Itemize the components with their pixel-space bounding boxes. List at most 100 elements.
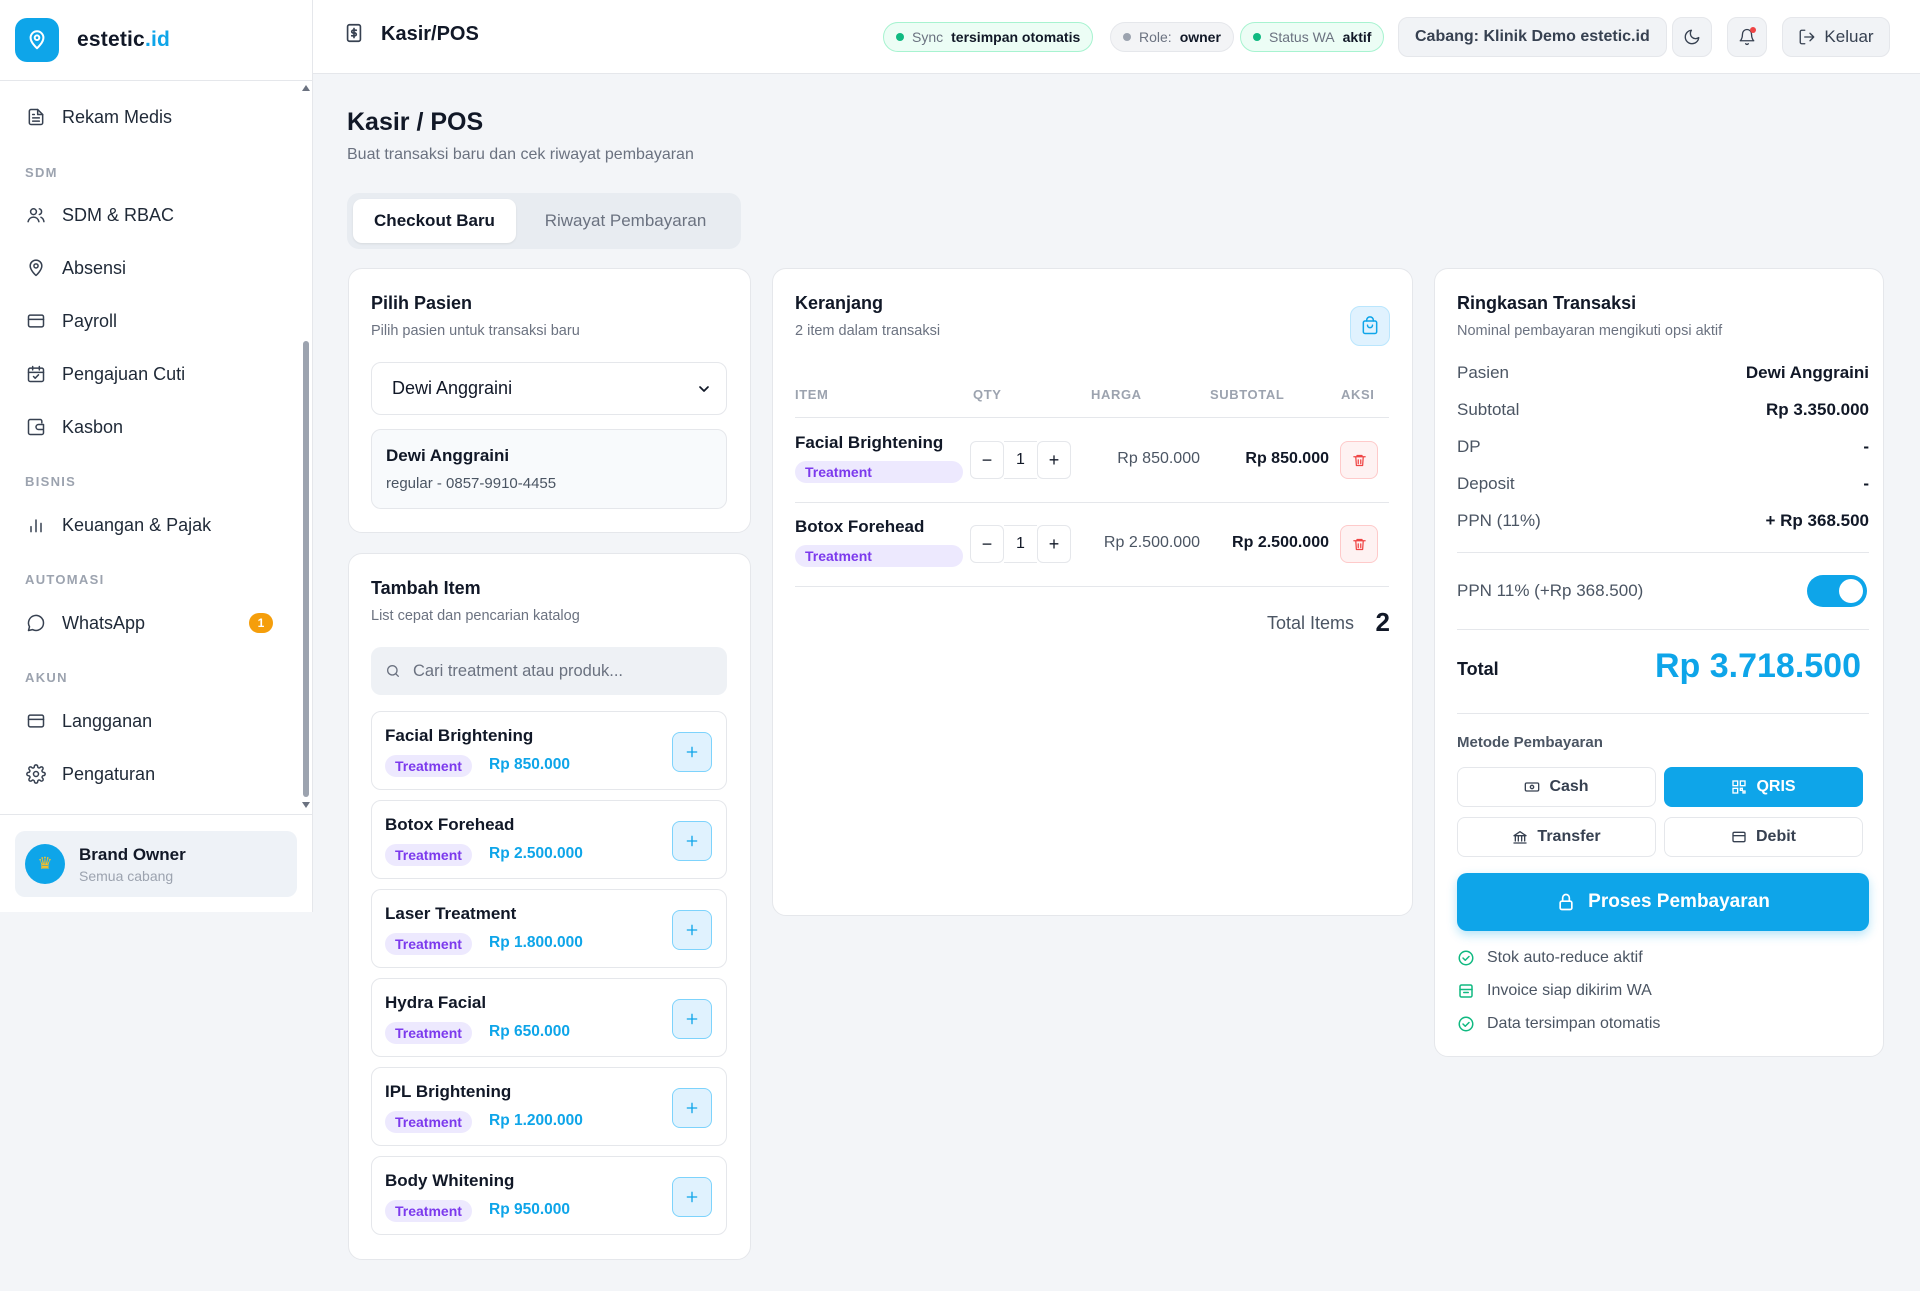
summary-divider [1457, 629, 1869, 630]
sidebar-nav: Rekam Medis SDM SDM & RBAC Absensi Payro… [0, 81, 312, 814]
patient-name: Dewi Anggraini [386, 446, 510, 465]
summary-row-subtotal: Subtotal Rp 3.350.000 [1457, 400, 1869, 419]
add-item-button[interactable] [672, 999, 712, 1039]
cart-item-subtotal: Rp 850.000 [1245, 450, 1329, 467]
catalog-item[interactable]: IPL Brightening Treatment Rp 1.200.000 [371, 1067, 727, 1146]
bank-icon [1512, 829, 1528, 845]
tab-riwayat-pembayaran[interactable]: Riwayat Pembayaran [516, 199, 735, 243]
catalog-item[interactable]: Botox Forehead Treatment Rp 2.500.000 [371, 800, 727, 879]
category-tag: Treatment [385, 844, 472, 866]
sidebar-item-absensi[interactable]: Absensi [23, 252, 126, 284]
category-tag: Treatment [795, 545, 963, 567]
increase-qty-button[interactable]: + [1037, 525, 1071, 563]
add-item-button[interactable] [672, 732, 712, 772]
add-item-button[interactable] [672, 910, 712, 950]
summary-row-ppn: PPN (11%) + Rp 368.500 [1457, 511, 1869, 530]
add-item-button[interactable] [672, 1088, 712, 1128]
add-item-button[interactable] [672, 1177, 712, 1217]
status-dot-icon [896, 33, 904, 41]
nav-section-sdm: SDM [25, 165, 58, 180]
trash-icon [1352, 454, 1366, 466]
sidebar-item-pengajuan-cuti[interactable]: Pengajuan Cuti [23, 358, 185, 390]
payment-method-transfer[interactable]: Transfer [1457, 817, 1656, 857]
plus-icon [686, 835, 698, 847]
theme-toggle-button[interactable] [1672, 17, 1712, 57]
item-price: Rp 1.800.000 [489, 934, 583, 951]
delete-item-button[interactable] [1340, 441, 1378, 479]
check-circle-icon [1457, 949, 1475, 967]
tab-bar: Checkout Baru Riwayat Pembayaran [347, 193, 741, 249]
feature-autosave: Data tersimpan otomatis [1457, 1015, 1660, 1033]
qty-value[interactable]: 1 [1004, 441, 1037, 479]
item-price: Rp 2.500.000 [489, 845, 583, 862]
chevron-down-icon [696, 381, 712, 397]
logout-button[interactable]: Keluar [1782, 17, 1890, 57]
bar-chart-icon [23, 512, 49, 538]
scrollbar-thumb[interactable] [303, 341, 309, 797]
catalog-item[interactable]: Hydra Facial Treatment Rp 650.000 [371, 978, 727, 1057]
selected-patient-info: Dewi Anggraini regular - 0857-9910-4455 [371, 429, 727, 509]
payment-method-cash[interactable]: Cash [1457, 767, 1656, 807]
item-price: Rp 850.000 [489, 756, 570, 773]
catalog-search[interactable] [371, 647, 727, 695]
search-input[interactable] [413, 661, 713, 681]
user-card[interactable]: ♛ Brand Owner Semua cabang [15, 831, 297, 897]
cart-item-name: Botox Forehead [795, 517, 925, 536]
delete-item-button[interactable] [1340, 525, 1378, 563]
crown-icon: ♛ [25, 844, 65, 884]
sidebar-item-kasbon[interactable]: Kasbon [23, 411, 123, 443]
trash-icon [1352, 538, 1366, 550]
ppn-toggle[interactable] [1807, 575, 1867, 607]
sidebar-item-keuangan-pajak[interactable]: Keuangan & Pajak [23, 509, 211, 541]
sidebar-item-sdm-rbac[interactable]: SDM & RBAC [23, 199, 174, 231]
category-tag: Treatment [385, 1111, 472, 1133]
cashier-icon [343, 22, 367, 46]
catalog-item[interactable]: Laser Treatment Treatment Rp 1.800.000 [371, 889, 727, 968]
sidebar-item-rekam-medis[interactable]: Rekam Medis [23, 101, 172, 133]
branch-selector[interactable]: Cabang: Klinik Demo estetic.id [1398, 17, 1667, 57]
summary-row-pasien: Pasien Dewi Anggraini [1457, 363, 1869, 382]
sidebar-item-whatsapp[interactable]: WhatsApp [23, 607, 145, 639]
user-scope: Semua cabang [79, 867, 174, 884]
total-items-value: 2 [1375, 607, 1390, 637]
catalog-item[interactable]: Facial Brightening Treatment Rp 850.000 [371, 711, 727, 790]
scroll-up-icon[interactable] [302, 85, 310, 91]
total-label: Total [1457, 659, 1499, 679]
sidebar-scrollbar[interactable] [300, 81, 312, 814]
topbar: Kasir/POS Sync tersimpan otomatis Role: … [313, 0, 1920, 74]
column-header-aksi: AKSI [1341, 387, 1375, 402]
sidebar-item-langganan[interactable]: Langganan [23, 705, 152, 737]
increase-qty-button[interactable]: + [1037, 441, 1071, 479]
scroll-down-icon[interactable] [302, 802, 310, 808]
sidebar-item-payroll[interactable]: Payroll [23, 305, 117, 337]
catalog-item[interactable]: Body Whitening Treatment Rp 950.000 [371, 1156, 727, 1235]
feature-stock: Stok auto-reduce aktif [1457, 949, 1643, 967]
category-tag: Treatment [385, 1200, 472, 1222]
process-payment-button[interactable]: Proses Pembayaran [1457, 873, 1869, 931]
user-name: Brand Owner [79, 844, 186, 864]
notification-dot [1750, 27, 1756, 33]
category-tag: Treatment [385, 933, 472, 955]
notifications-button[interactable] [1727, 17, 1767, 57]
add-item-button[interactable] [672, 821, 712, 861]
brand-logo-icon [15, 18, 59, 62]
decrease-qty-button[interactable]: − [970, 441, 1004, 479]
nav-section-bisnis: BISNIS [25, 474, 77, 489]
brand[interactable]: estetic.id [0, 0, 312, 81]
sidebar-item-pengaturan[interactable]: Pengaturan [23, 758, 155, 790]
plus-icon [686, 1191, 698, 1203]
qty-value[interactable]: 1 [1004, 525, 1037, 563]
sync-status-pill: Sync tersimpan otomatis [883, 22, 1094, 52]
nav-section-automasi: AUTOMASI [25, 572, 105, 587]
payment-method-debit[interactable]: Debit [1664, 817, 1863, 857]
payment-method-qris[interactable]: QRIS [1664, 767, 1863, 807]
credit-card-icon [23, 308, 49, 334]
card-icon [1731, 829, 1747, 845]
cart-item-subtotal: Rp 2.500.000 [1232, 534, 1329, 551]
wa-status-pill: Status WA aktif [1240, 22, 1385, 52]
patient-select[interactable]: Dewi Anggraini [371, 362, 727, 415]
decrease-qty-button[interactable]: − [970, 525, 1004, 563]
plus-icon [686, 1013, 698, 1025]
tab-checkout-baru[interactable]: Checkout Baru [353, 199, 516, 243]
invoice-icon [1457, 982, 1475, 1000]
